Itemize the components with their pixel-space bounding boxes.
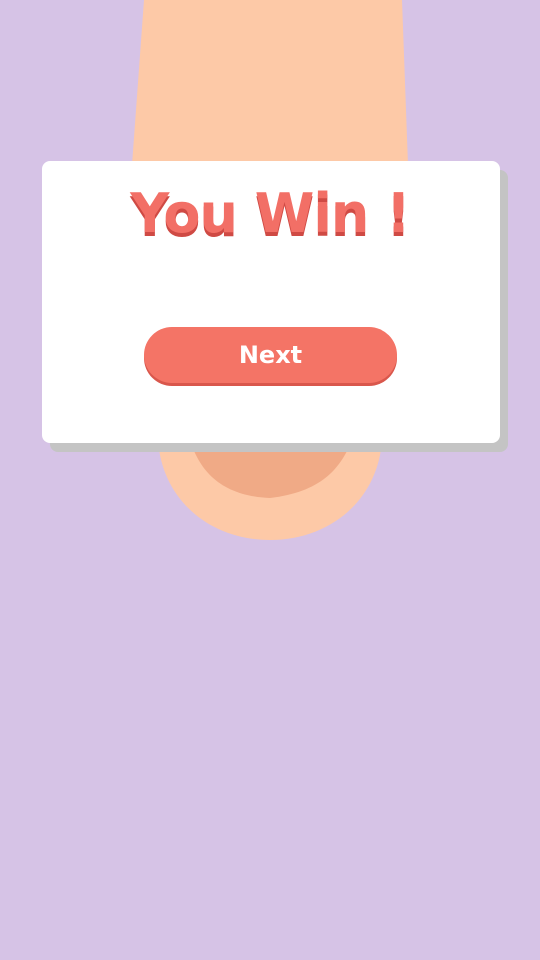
finger-upper bbox=[144, 0, 402, 170]
finger-illustration bbox=[132, 0, 408, 540]
game-scene: You Win ! Next bbox=[0, 0, 540, 960]
win-title: You Win ! bbox=[130, 182, 410, 245]
finger-left-edge bbox=[132, 0, 144, 165]
next-button[interactable]: Next bbox=[144, 327, 397, 383]
